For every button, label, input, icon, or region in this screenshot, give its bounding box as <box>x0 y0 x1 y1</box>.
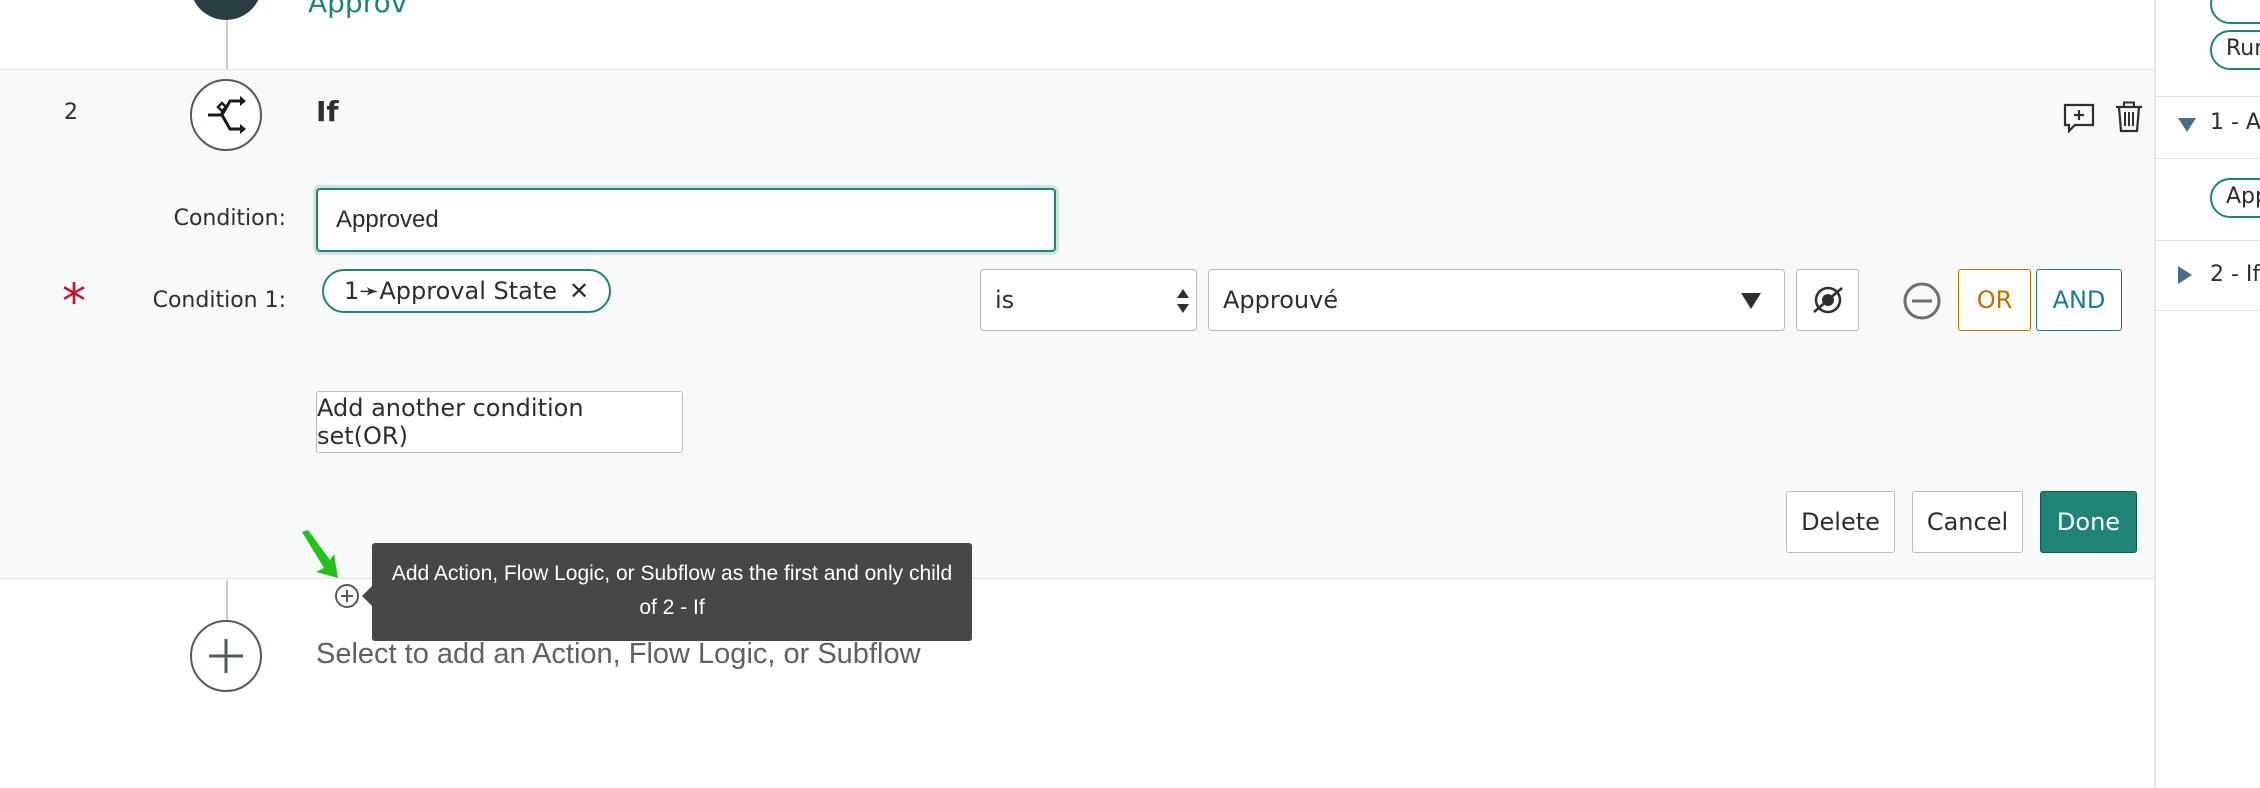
add-condition-set-button[interactable]: Add another condition set(OR) <box>316 391 683 453</box>
connector-line-bottom <box>226 580 228 620</box>
green-arrow-icon <box>302 530 338 578</box>
add-step-button[interactable] <box>190 620 262 692</box>
value-select[interactable]: Approuvé <box>1208 269 1785 331</box>
tooltip: Add Action, Flow Logic, or Subflow as th… <box>372 543 972 641</box>
condition-1-label: Condition 1: <box>152 288 286 313</box>
outline-separator <box>2156 96 2260 97</box>
delete-button[interactable]: Delete <box>1786 491 1895 553</box>
outline-item-2[interactable]: 2 - If <box>2156 262 2260 287</box>
operator-value: is <box>995 286 1015 314</box>
branch-icon <box>208 96 246 134</box>
outline-separator <box>2156 310 2260 311</box>
plus-circle-icon <box>209 639 243 673</box>
value-selected: Approuvé <box>1223 286 1339 314</box>
outline-pill-run[interactable]: Run <box>2210 30 2260 70</box>
flow-outline-panel: Run 1 - As Appr 2 - If <box>2154 0 2260 788</box>
condition-label: Condition: <box>173 206 286 231</box>
pill-remove-icon[interactable]: ✕ <box>569 277 589 305</box>
connector-line-top <box>226 20 228 70</box>
done-button[interactable]: Done <box>2040 491 2137 553</box>
previous-step-circle[interactable] <box>190 0 262 20</box>
sort-arrows-icon <box>1177 289 1189 313</box>
cancel-button[interactable]: Cancel <box>1912 491 2023 553</box>
tooltip-arrow <box>362 586 372 606</box>
previous-step-link[interactable]: Approv <box>308 0 407 19</box>
data-pill-picker-button[interactable] <box>1796 269 1859 331</box>
step-number: 2 <box>64 100 78 125</box>
outline-separator <box>2156 158 2260 159</box>
add-comment-icon[interactable] <box>2062 101 2096 135</box>
outline-pill-approved[interactable]: Appr <box>2210 178 2260 218</box>
flow-canvas: Approv 2 If Condition: Approved * Condit… <box>0 0 2154 788</box>
minus-circle-icon[interactable] <box>1902 281 1942 321</box>
outline-separator <box>2156 240 2260 241</box>
operator-select[interactable]: is <box>980 269 1197 331</box>
add-step-prompt[interactable]: Select to add an Action, Flow Logic, or … <box>316 638 921 671</box>
trash-icon[interactable] <box>2112 100 2146 134</box>
caret-down-icon <box>1741 293 1761 309</box>
plus-circle-small-icon[interactable] <box>332 581 362 611</box>
data-pill-label: 1➛Approval State <box>344 277 558 305</box>
and-button[interactable]: AND <box>2036 269 2122 331</box>
if-step-icon-circle[interactable] <box>190 79 262 151</box>
or-button[interactable]: OR <box>1958 269 2031 331</box>
data-pill-picker-icon <box>1812 286 1843 314</box>
outline-pill-top-partial <box>2210 0 2260 24</box>
step-title: If <box>316 95 339 128</box>
outline-item-1[interactable]: 1 - As <box>2156 110 2260 135</box>
data-pill-approval-state[interactable]: 1➛Approval State ✕ <box>322 269 612 313</box>
required-asterisk: * <box>62 274 86 330</box>
condition-name-input[interactable] <box>316 188 1056 252</box>
